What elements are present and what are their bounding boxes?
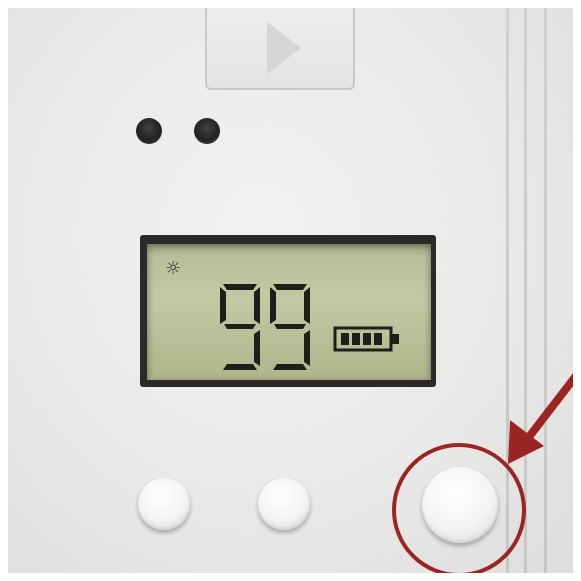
battery-full-icon [333, 326, 399, 352]
housing-groove [524, 0, 527, 581]
logo-triangle-icon [267, 22, 301, 74]
middle-button[interactable] [258, 478, 310, 530]
lcd-reading [220, 284, 310, 370]
left-button[interactable] [138, 478, 190, 530]
logo-plate [205, 0, 355, 90]
indicator-hole [136, 118, 162, 144]
sun-icon: ☼ [165, 258, 182, 279]
red-arrow-icon [508, 364, 581, 464]
housing-groove [544, 0, 547, 581]
lcd-screen: ☼ 99 [147, 244, 431, 380]
indicator-hole [194, 118, 220, 144]
device-photo: ☼ 99 [0, 0, 581, 581]
